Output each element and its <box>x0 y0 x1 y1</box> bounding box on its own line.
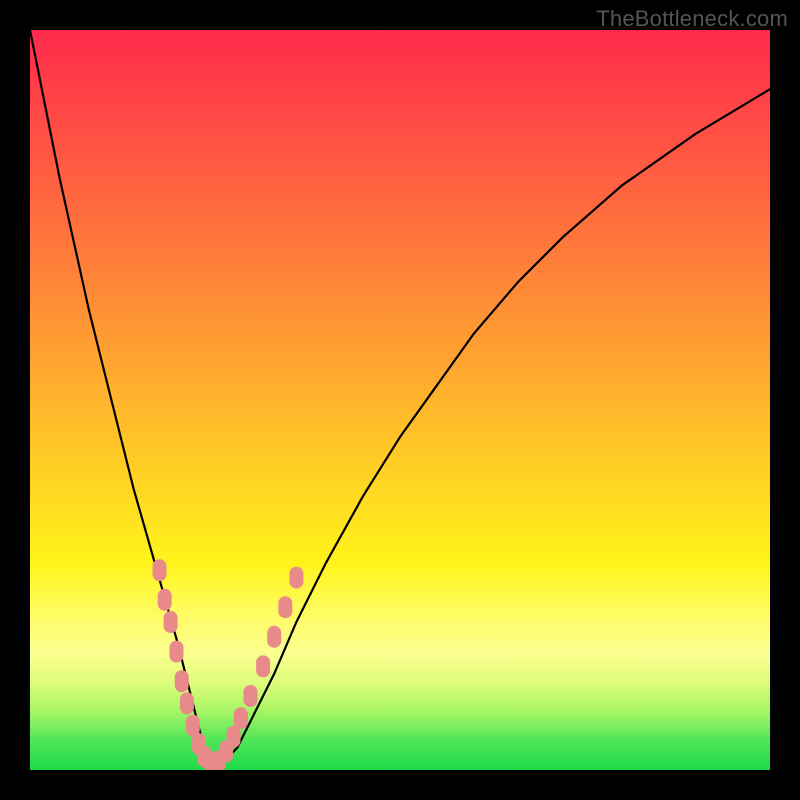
curve-layer <box>30 30 770 763</box>
highlight-dot <box>180 692 194 714</box>
highlight-dot <box>170 641 184 663</box>
highlight-dot <box>227 726 241 748</box>
marker-layer <box>153 559 304 770</box>
highlight-dot <box>153 559 167 581</box>
highlight-dot <box>289 567 303 589</box>
highlight-dot <box>234 707 248 729</box>
watermark-text: TheBottleneck.com <box>596 6 788 32</box>
highlight-dot <box>158 589 172 611</box>
bottleneck-curve <box>30 30 770 763</box>
plot-area <box>30 30 770 770</box>
highlight-dot <box>164 611 178 633</box>
outer-frame: TheBottleneck.com <box>0 0 800 800</box>
highlight-dot <box>267 626 281 648</box>
highlight-dot <box>256 655 270 677</box>
highlight-dot <box>244 685 258 707</box>
highlight-dot <box>175 670 189 692</box>
highlight-dot <box>278 596 292 618</box>
chart-svg <box>30 30 770 770</box>
